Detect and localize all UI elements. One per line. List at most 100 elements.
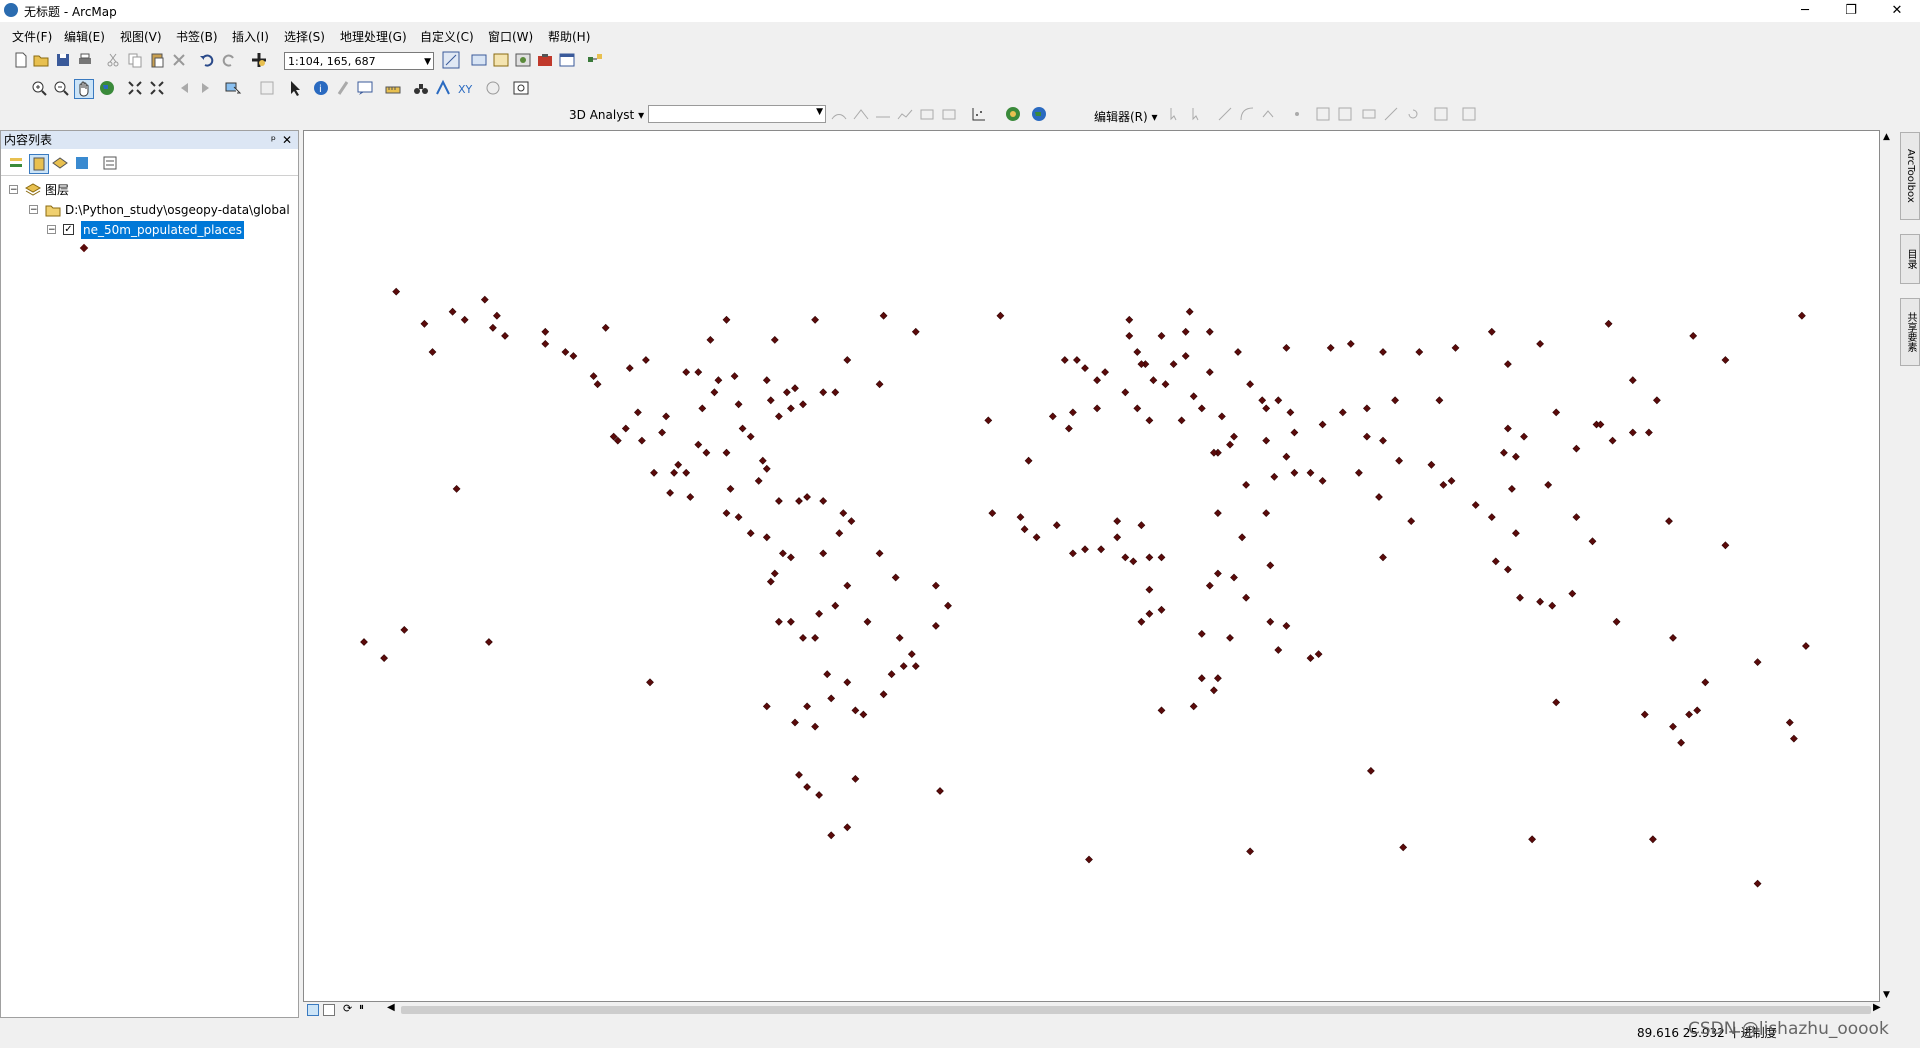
data-view-icon[interactable] xyxy=(307,1004,319,1016)
3d-analyst-layer-dropdown[interactable]: ▼ xyxy=(648,105,826,123)
folder-path-label[interactable]: D:\Python_study\osgeopy-data\global xyxy=(65,201,290,219)
shared-features-tab[interactable]: 共享要素 xyxy=(1900,298,1920,366)
map-scale-dropdown-icon[interactable] xyxy=(442,51,460,69)
chevron-down-icon[interactable]: ▼ xyxy=(424,53,431,71)
map-horizontal-scrollbar[interactable]: ⟳ ⏸ ◀ ▶ xyxy=(303,1002,1897,1018)
save-icon[interactable] xyxy=(54,51,72,69)
arcglobe-icon[interactable] xyxy=(1030,105,1048,123)
map-scale-input[interactable]: 1:104, 165, 687 ▼ xyxy=(284,52,434,70)
fixed-zoom-out-icon[interactable] xyxy=(148,79,166,97)
model-builder-icon[interactable] xyxy=(586,51,604,69)
select-features-icon[interactable] xyxy=(224,79,242,97)
arcscene-globe-icon[interactable] xyxy=(1004,105,1022,123)
restore-button[interactable]: ❐ xyxy=(1828,0,1874,22)
layer-name-label[interactable]: ne_50m_populated_places xyxy=(81,221,245,239)
minimize-button[interactable]: ─ xyxy=(1782,0,1828,22)
catalog-icon[interactable] xyxy=(514,51,532,69)
chevron-down-icon[interactable]: ▼ xyxy=(816,107,823,117)
list-by-source-icon[interactable] xyxy=(29,154,49,174)
zoom-in-icon[interactable] xyxy=(30,79,48,97)
create-viewer-window-icon[interactable] xyxy=(512,79,530,97)
table-of-contents-icon[interactable] xyxy=(492,51,510,69)
steepest-path-icon[interactable] xyxy=(852,105,870,123)
edit-annotation-icon[interactable] xyxy=(1188,105,1206,123)
close-button[interactable]: ✕ xyxy=(1874,0,1920,22)
interpolate-point-icon[interactable] xyxy=(940,105,958,123)
clear-selection-icon[interactable] xyxy=(258,79,276,97)
add-data-icon[interactable] xyxy=(250,51,268,69)
fixed-zoom-in-icon[interactable] xyxy=(126,79,144,97)
delete-icon[interactable] xyxy=(170,51,188,69)
menu-view[interactable]: 视图(V) xyxy=(120,28,162,45)
html-popup-icon[interactable] xyxy=(356,79,374,97)
close-icon[interactable]: ✕ xyxy=(282,131,292,149)
edit-vertices-icon[interactable] xyxy=(1314,105,1332,123)
layers-root-label[interactable]: 图层 xyxy=(45,181,69,199)
zoom-out-icon[interactable] xyxy=(52,79,70,97)
select-elements-arrow-icon[interactable] xyxy=(286,79,304,97)
full-extent-globe-icon[interactable] xyxy=(98,79,116,97)
measure-icon[interactable] xyxy=(384,79,402,97)
options-icon[interactable] xyxy=(101,154,119,172)
collapse-folder-toggle[interactable]: − xyxy=(29,205,38,215)
menu-customize[interactable]: 自定义(C) xyxy=(420,28,474,45)
layer-visibility-checkbox[interactable]: ✓ xyxy=(63,224,74,235)
line-of-sight-icon[interactable] xyxy=(874,105,892,123)
menu-bookmarks[interactable]: 书签(B) xyxy=(176,28,218,45)
scroll-right-icon[interactable]: ▶ xyxy=(1873,1002,1881,1013)
hyperlink-icon[interactable] xyxy=(334,79,352,97)
map-display[interactable] xyxy=(303,130,1880,1002)
point-tool-icon[interactable] xyxy=(1288,105,1306,123)
cut-icon[interactable] xyxy=(104,51,122,69)
menu-geoprocessing[interactable]: 地理处理(G) xyxy=(340,28,407,45)
find-route-icon[interactable] xyxy=(434,79,452,97)
back-extent-icon[interactable] xyxy=(176,79,194,97)
list-by-drawing-order-icon[interactable] xyxy=(7,154,25,172)
menu-edit[interactable]: 编辑(E) xyxy=(64,28,105,45)
pin-icon[interactable]: ᵖ xyxy=(271,131,276,149)
copy-icon[interactable] xyxy=(126,51,144,69)
menu-windows[interactable]: 窗口(W) xyxy=(488,28,533,45)
list-by-visibility-icon[interactable] xyxy=(51,154,69,172)
menu-help[interactable]: 帮助(H) xyxy=(548,28,590,45)
redo-icon[interactable] xyxy=(220,51,238,69)
arctoolbox-tab[interactable]: ArcToolbox xyxy=(1900,132,1920,220)
catalog-tab[interactable]: 目录 xyxy=(1900,234,1920,284)
collapse-layers-toggle[interactable]: − xyxy=(9,185,18,195)
map-vertical-scrollbar[interactable]: ▲ ▼ xyxy=(1880,130,1897,1002)
editor-toolbar-icon[interactable] xyxy=(470,51,488,69)
editor-menu[interactable]: 编辑器(R) ▾ xyxy=(1094,108,1158,125)
create-graph-icon[interactable] xyxy=(970,105,988,123)
contour-icon[interactable] xyxy=(830,105,848,123)
find-binoculars-icon[interactable] xyxy=(412,79,430,97)
new-document-icon[interactable] xyxy=(12,51,30,69)
collapse-layer-toggle[interactable]: − xyxy=(47,225,56,235)
straight-segment-icon[interactable] xyxy=(1216,105,1234,123)
print-icon[interactable] xyxy=(76,51,94,69)
time-slider-icon[interactable] xyxy=(484,79,502,97)
cut-polygons-icon[interactable] xyxy=(1360,105,1378,123)
menu-selection[interactable]: 选择(S) xyxy=(284,28,325,45)
open-folder-icon[interactable] xyxy=(32,51,50,69)
rotate-tool-icon[interactable] xyxy=(1404,105,1422,123)
point-profile-icon[interactable] xyxy=(918,105,936,123)
layout-view-icon[interactable] xyxy=(323,1004,335,1016)
go-to-xy-icon[interactable]: XY xyxy=(456,79,474,97)
menu-file[interactable]: 文件(F) xyxy=(12,28,52,45)
identify-icon[interactable]: i xyxy=(312,79,330,97)
3d-analyst-menu[interactable]: 3D Analyst ▾ xyxy=(569,108,644,122)
attributes-icon[interactable] xyxy=(1432,105,1450,123)
python-window-icon[interactable] xyxy=(558,51,576,69)
undo-icon[interactable] xyxy=(198,51,216,69)
arctoolbox-icon[interactable] xyxy=(536,51,554,69)
forward-extent-icon[interactable] xyxy=(196,79,214,97)
refresh-icon[interactable]: ⟳ xyxy=(343,1002,352,1015)
pause-drawing-icon[interactable]: ⏸ xyxy=(359,1002,364,1013)
end-point-arc-icon[interactable] xyxy=(1238,105,1256,123)
split-tool-icon[interactable] xyxy=(1382,105,1400,123)
create-features-icon[interactable] xyxy=(1460,105,1478,123)
edit-tool-icon[interactable] xyxy=(1166,105,1184,123)
menu-insert[interactable]: 插入(I) xyxy=(232,28,269,45)
profile-graph-icon[interactable] xyxy=(896,105,914,123)
list-by-selection-icon[interactable] xyxy=(73,154,91,172)
